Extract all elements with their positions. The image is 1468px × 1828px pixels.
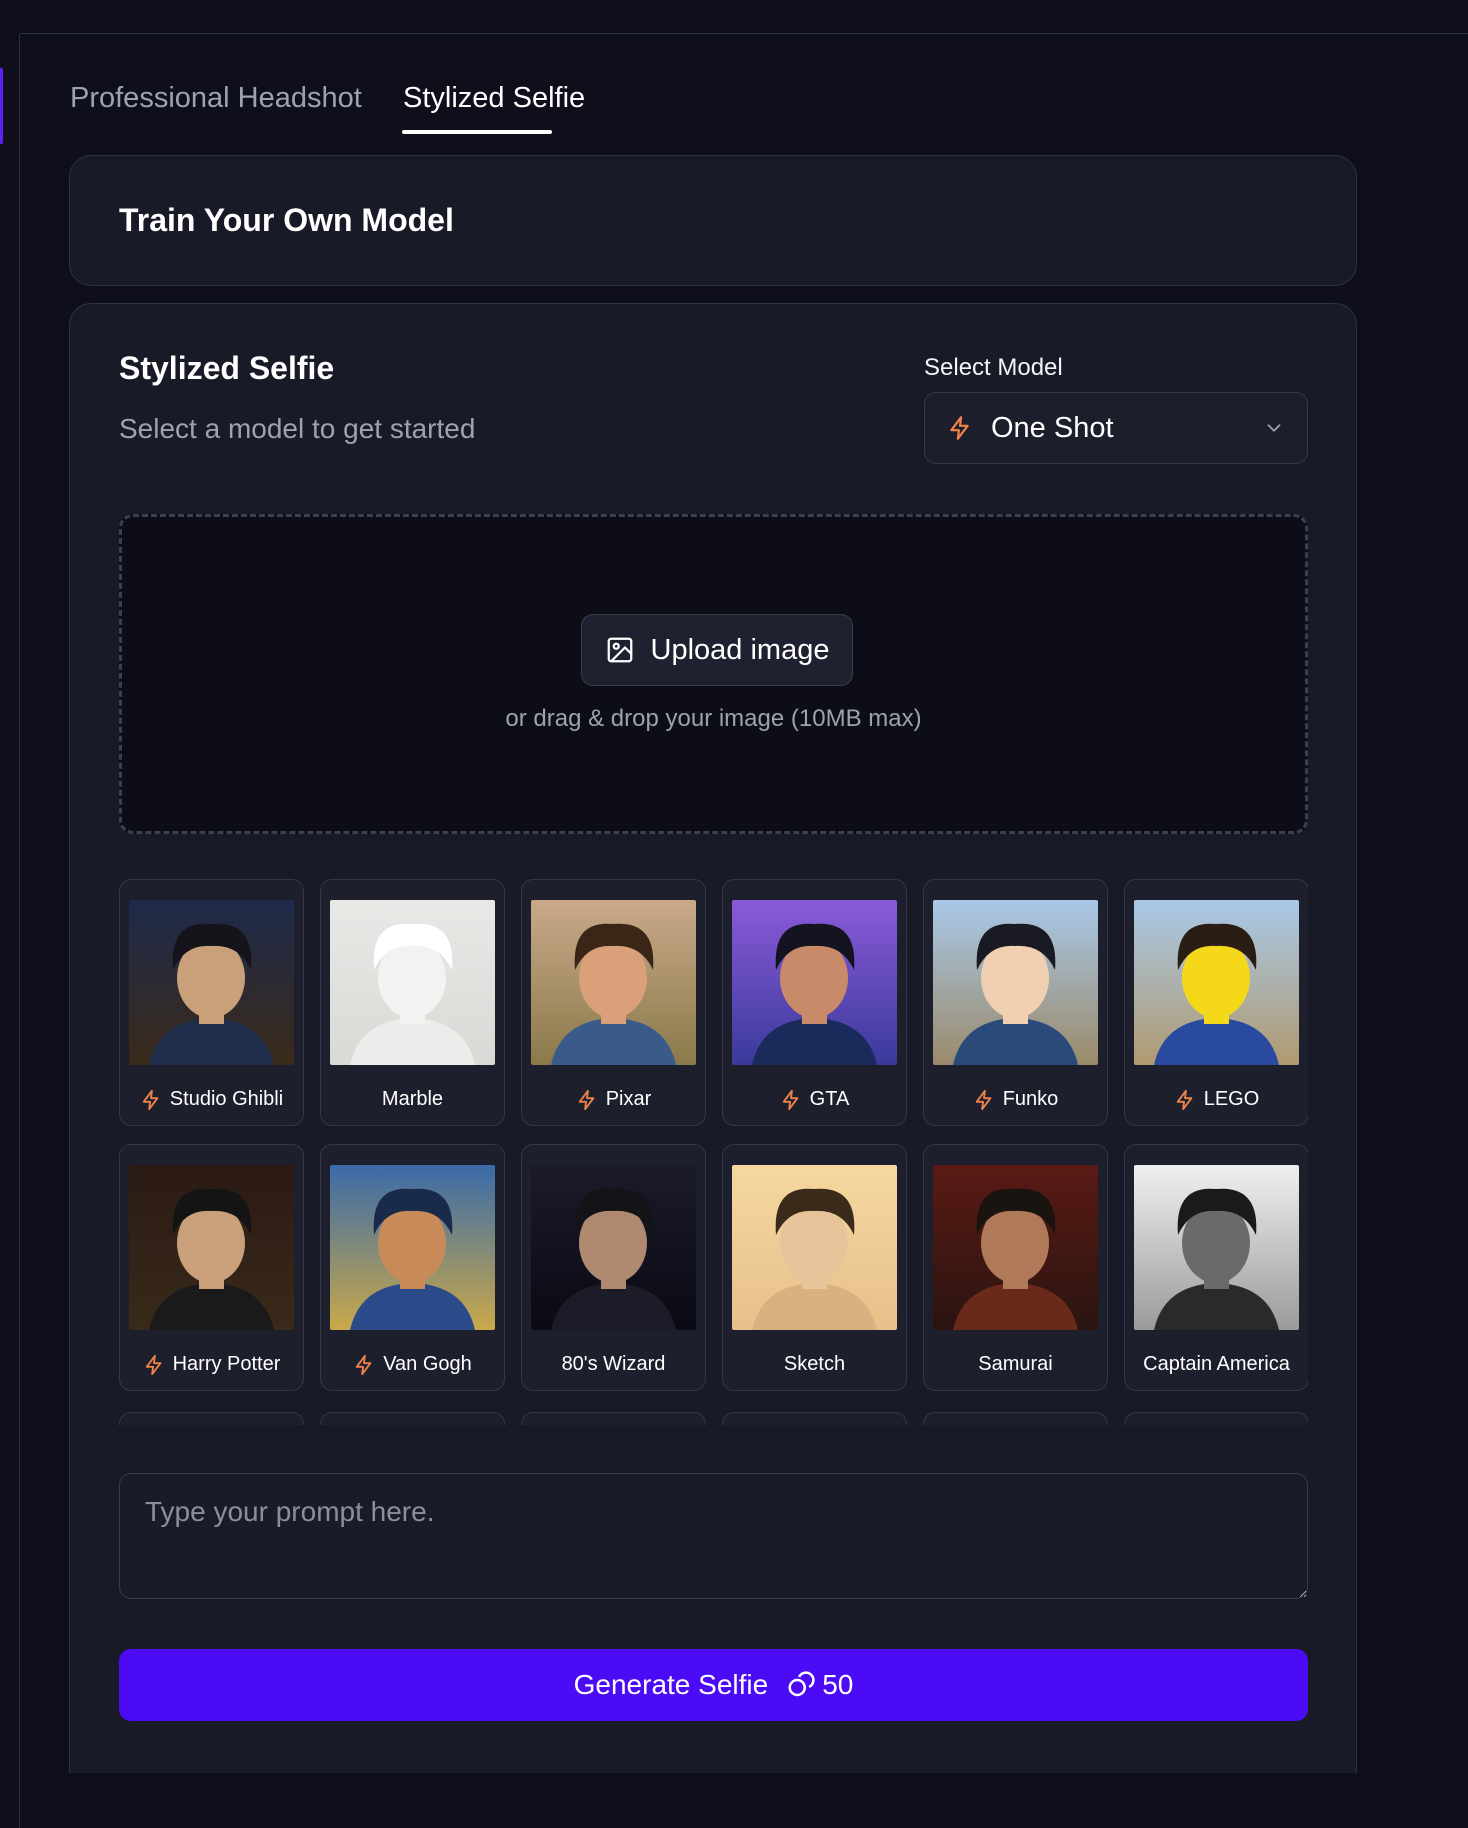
style-thumbnail — [330, 900, 495, 1065]
style-label-row: Captain America — [1125, 1353, 1308, 1376]
image-icon — [607, 637, 632, 663]
bolt-icon — [355, 1354, 372, 1375]
style-label-row: Harry Potter — [120, 1353, 303, 1376]
bolt-icon — [782, 1089, 799, 1110]
model-select-value: One Shot — [991, 411, 1114, 444]
style-card[interactable]: GTA — [722, 879, 907, 1126]
style-thumbnail — [531, 1165, 696, 1330]
style-label: LEGO — [1203, 1088, 1260, 1110]
style-card-partial[interactable] — [1124, 1412, 1308, 1425]
style-label: Funko — [1002, 1088, 1059, 1110]
style-label-row: Samurai — [924, 1353, 1107, 1376]
style-label: 80's Wizard — [561, 1353, 666, 1375]
style-card[interactable]: Marble — [320, 879, 505, 1126]
style-thumbnail — [1134, 900, 1299, 1065]
style-label: Studio Ghibli — [169, 1088, 284, 1110]
style-label: Harry Potter — [172, 1353, 281, 1375]
upload-button-label: Upload image — [650, 633, 830, 666]
style-label-row: Funko — [924, 1088, 1107, 1111]
prompt-textarea[interactable] — [119, 1473, 1308, 1599]
bolt-icon — [142, 1089, 159, 1110]
upload-image-button[interactable]: Upload image — [581, 614, 853, 686]
section-subtitle: Select a model to get started — [119, 413, 476, 444]
style-label-row: LEGO — [1125, 1088, 1308, 1111]
style-grid: Studio Ghibli Marble Pixar GTA Funko LEGO Harr… — [119, 879, 1308, 1425]
style-label: GTA — [809, 1088, 850, 1110]
style-label-row: GTA — [723, 1088, 906, 1111]
main-content: Professional Headshot Stylized Selfie Tr… — [69, 34, 1357, 1773]
top-bar — [20, 0, 1468, 34]
generate-button-label: Generate Selfie — [573, 1669, 769, 1700]
stylized-selfie-card: Stylized Selfie Select a model to get st… — [69, 303, 1357, 1773]
style-card[interactable]: Harry Potter — [119, 1144, 304, 1391]
bolt-icon — [1176, 1089, 1193, 1110]
style-thumbnail — [732, 900, 897, 1065]
bolt-icon — [145, 1354, 161, 1375]
style-label-row: Studio Ghibli — [120, 1088, 303, 1111]
style-card[interactable]: Samurai — [923, 1144, 1108, 1391]
style-card-partial[interactable] — [923, 1412, 1108, 1425]
bolt-icon — [950, 416, 969, 440]
style-thumbnail — [1134, 1165, 1299, 1330]
style-card[interactable]: 80's Wizard — [521, 1144, 706, 1391]
style-card[interactable]: Funko — [923, 879, 1108, 1126]
style-card[interactable]: Captain America — [1124, 1144, 1308, 1391]
generate-selfie-button[interactable]: Generate Selfie 50 — [119, 1649, 1308, 1721]
style-thumbnail — [330, 1165, 495, 1330]
style-card[interactable]: Studio Ghibli — [119, 879, 304, 1126]
style-thumbnail — [732, 1165, 897, 1330]
tab-bar: Professional Headshot Stylized Selfie — [69, 34, 1357, 135]
style-label-row: Sketch — [723, 1353, 906, 1376]
bolt-icon — [578, 1089, 595, 1110]
style-thumbnail — [129, 1165, 294, 1330]
style-label: Samurai — [978, 1353, 1053, 1375]
section-title: Stylized Selfie — [119, 350, 335, 386]
style-label-row: Van Gogh — [321, 1353, 504, 1376]
image-dropzone[interactable]: Upload image or drag & drop your image (… — [119, 514, 1308, 834]
dropzone-hint: or drag & drop your image (10MB max) — [505, 705, 922, 732]
style-thumbnail — [933, 1165, 1098, 1330]
style-card[interactable]: Van Gogh — [320, 1144, 505, 1391]
style-card-partial[interactable] — [521, 1412, 706, 1425]
style-card[interactable]: Pixar — [521, 879, 706, 1126]
train-model-card[interactable]: Train Your Own Model — [69, 155, 1357, 286]
style-thumbnail — [933, 900, 1098, 1065]
train-model-title: Train Your Own Model — [119, 202, 454, 238]
style-label: Sketch — [783, 1353, 846, 1375]
select-model-label: Select Model — [924, 354, 1063, 381]
style-card[interactable]: Sketch — [722, 1144, 907, 1391]
style-card-partial[interactable] — [320, 1412, 505, 1425]
active-tab-underline — [402, 130, 552, 134]
style-label-row: Pixar — [522, 1088, 705, 1111]
sidebar-active-indicator — [0, 68, 3, 144]
style-label: Van Gogh — [383, 1353, 472, 1375]
chevron-down-icon — [1267, 424, 1281, 432]
style-label-row: 80's Wizard — [522, 1353, 705, 1376]
tab-professional-headshot[interactable]: Professional Headshot — [70, 82, 362, 115]
style-label-row: Marble — [321, 1088, 504, 1111]
tab-stylized-selfie[interactable]: Stylized Selfie — [403, 82, 585, 115]
generate-cost: 50 — [822, 1669, 854, 1700]
model-select-dropdown[interactable]: One Shot — [924, 392, 1308, 464]
style-card[interactable]: LEGO — [1124, 879, 1308, 1126]
style-card-partial[interactable] — [119, 1412, 304, 1425]
style-thumbnail — [531, 900, 696, 1065]
style-label: Pixar — [605, 1088, 652, 1110]
coins-icon — [788, 1671, 815, 1697]
style-card-partial[interactable] — [722, 1412, 907, 1425]
left-rail — [0, 34, 20, 1828]
style-thumbnail — [129, 900, 294, 1065]
style-label: Marble — [381, 1088, 444, 1110]
style-label: Captain America — [1143, 1353, 1290, 1375]
bolt-icon — [975, 1089, 992, 1110]
